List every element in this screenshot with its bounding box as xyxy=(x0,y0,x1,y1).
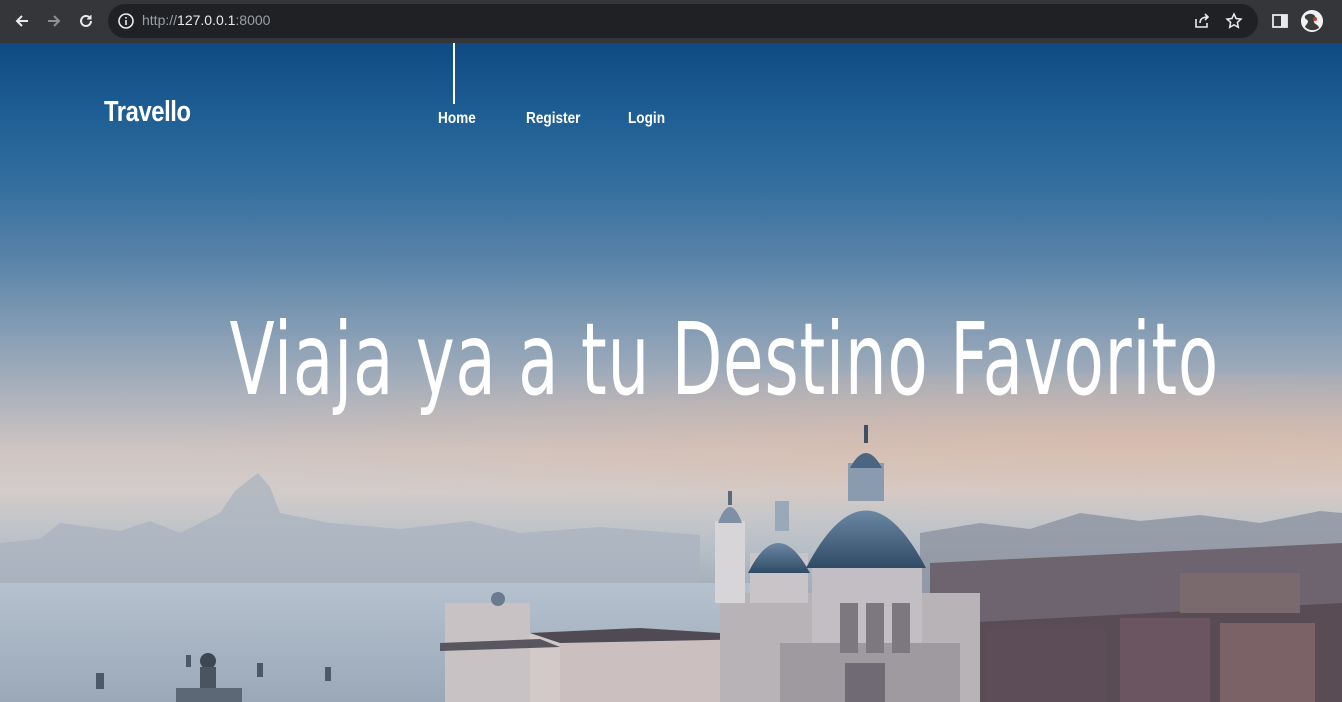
share-icon[interactable] xyxy=(1193,12,1211,30)
browser-toolbar: http://127.0.0.1:8000 xyxy=(0,0,1342,43)
back-arrow-icon xyxy=(15,15,28,27)
back-button[interactable] xyxy=(7,6,37,36)
nav-home-link[interactable]: Home xyxy=(438,110,476,128)
info-icon[interactable] xyxy=(117,12,135,30)
hero-title: Viaja ya a tu Destino Favorito xyxy=(229,301,1219,418)
nav-active-indicator xyxy=(453,43,455,104)
address-bar[interactable]: http://127.0.0.1:8000 xyxy=(108,4,1258,38)
nav-login-link[interactable]: Login xyxy=(628,110,665,128)
forward-arrow-icon xyxy=(48,15,61,27)
reload-icon xyxy=(80,14,92,27)
profile-avatar[interactable] xyxy=(1301,10,1323,32)
side-panel-icon[interactable] xyxy=(1271,12,1289,30)
travello-home-page: Travello Home Register Login Viaja ya a … xyxy=(0,43,1342,702)
star-icon[interactable] xyxy=(1225,12,1243,30)
url-port: :8000 xyxy=(235,12,271,28)
url-host: 127.0.0.1 xyxy=(177,12,236,28)
forward-button[interactable] xyxy=(39,6,69,36)
url-scheme: http:// xyxy=(142,12,178,28)
site-logo[interactable]: Travello xyxy=(104,96,191,129)
url-text[interactable]: http://127.0.0.1:8000 xyxy=(142,12,270,28)
reload-button[interactable] xyxy=(71,6,101,36)
nav-register-link[interactable]: Register xyxy=(526,110,580,128)
